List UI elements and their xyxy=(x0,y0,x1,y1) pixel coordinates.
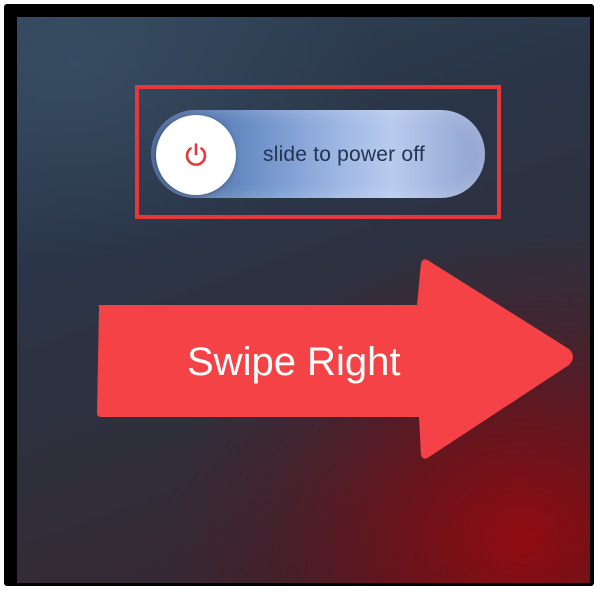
lock-screen-background: slide to power off Swipe Right xyxy=(17,17,590,583)
swipe-right-label: Swipe Right xyxy=(187,340,401,384)
screenshot-frame: slide to power off Swipe Right xyxy=(4,4,594,586)
highlight-box xyxy=(135,85,501,219)
